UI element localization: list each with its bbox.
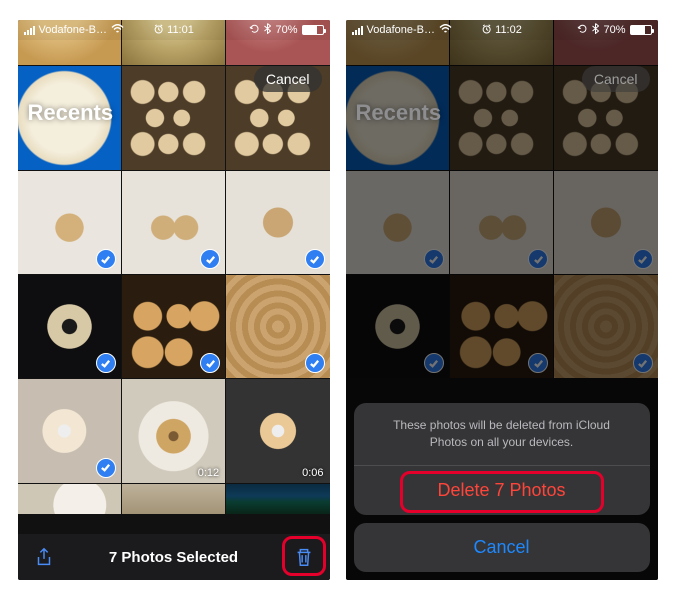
status-left: Vodafone-B… (352, 24, 453, 37)
status-bar: Vodafone-B… 11:01 70% (18, 20, 330, 40)
alarm-icon (153, 24, 163, 37)
wifi-icon (439, 24, 452, 37)
photo-thumbnail[interactable] (122, 171, 225, 274)
battery-icon (302, 25, 324, 35)
action-sheet-message: These photos will be deleted from iCloud… (354, 403, 650, 466)
battery-pct: 70% (603, 24, 625, 36)
photo-thumbnail[interactable] (226, 275, 329, 378)
thumbnail-image (122, 66, 225, 169)
carrier-label: Vodafone-B… (367, 24, 436, 36)
photo-thumbnail[interactable] (226, 171, 329, 274)
selection-count-label: 7 Photos Selected (109, 549, 238, 566)
status-time: 11:01 (167, 24, 194, 36)
cancel-button[interactable]: Cancel (582, 66, 650, 92)
cancel-button[interactable]: Cancel (254, 66, 322, 92)
wifi-icon (111, 24, 124, 37)
battery-pct: 70% (275, 24, 297, 36)
status-bar: Vodafone-B… 11:02 70% (346, 20, 658, 40)
photo-thumbnail[interactable] (226, 484, 329, 514)
status-center: 11:01 (153, 24, 194, 37)
action-sheet-cancel-group: Cancel (354, 523, 650, 572)
thumbnail-image (226, 484, 329, 514)
video-duration-label: 0:06 (302, 467, 323, 479)
battery-icon (630, 25, 652, 35)
status-left: Vodafone-B… (24, 24, 125, 37)
status-time: 11:02 (495, 24, 522, 36)
toolbar: 7 Photos Selected (18, 534, 330, 580)
share-icon (33, 546, 55, 568)
album-title: Recents (28, 100, 114, 126)
carrier-label: Vodafone-B… (39, 24, 108, 36)
thumbnail-image (18, 484, 121, 514)
thumbnail-image (122, 484, 225, 514)
bluetooth-icon (592, 23, 599, 37)
photo-thumbnail[interactable] (18, 275, 121, 378)
photo-thumbnail[interactable] (18, 379, 121, 482)
alarm-icon (481, 24, 491, 37)
sync-icon (577, 23, 588, 37)
delete-button[interactable] (292, 545, 316, 569)
video-duration-label: 0:12 (198, 467, 219, 479)
share-button[interactable] (32, 545, 56, 569)
photo-thumbnail[interactable]: 0:12 (122, 379, 225, 482)
photo-grid: 0:12 0:06 (18, 20, 330, 514)
delete-photos-button[interactable]: Delete 7 Photos (354, 466, 650, 515)
photo-thumbnail[interactable] (18, 484, 121, 514)
photo-thumbnail[interactable] (18, 171, 121, 274)
photo-thumbnail[interactable] (122, 275, 225, 378)
album-title: Recents (356, 100, 442, 126)
sync-icon (249, 23, 260, 37)
action-sheet-cancel-button[interactable]: Cancel (354, 523, 650, 572)
phone-right-delete-confirm: Vodafone-B… 11:02 70% Cancel Recents (346, 20, 658, 580)
selection-check-icon (305, 249, 325, 269)
selection-check-icon (96, 458, 116, 478)
photo-grid-scroll[interactable]: 0:12 0:06 (18, 20, 330, 534)
photo-thumbnail[interactable] (122, 484, 225, 514)
status-right: 70% (249, 23, 323, 37)
signal-bars-icon (352, 26, 363, 35)
photo-thumbnail[interactable]: 0:06 (226, 379, 329, 482)
selection-check-icon (96, 249, 116, 269)
phone-left-selection-mode: Vodafone-B… 11:01 70% Cancel Recents 0:1… (18, 20, 330, 580)
selection-check-icon (305, 353, 325, 373)
status-center: 11:02 (481, 24, 522, 37)
signal-bars-icon (24, 26, 35, 35)
bluetooth-icon (264, 23, 271, 37)
action-sheet-group: These photos will be deleted from iCloud… (354, 403, 650, 515)
trash-icon (293, 546, 315, 568)
photo-thumbnail[interactable] (122, 66, 225, 169)
delete-action-sheet: These photos will be deleted from iCloud… (354, 403, 650, 572)
status-right: 70% (577, 23, 651, 37)
